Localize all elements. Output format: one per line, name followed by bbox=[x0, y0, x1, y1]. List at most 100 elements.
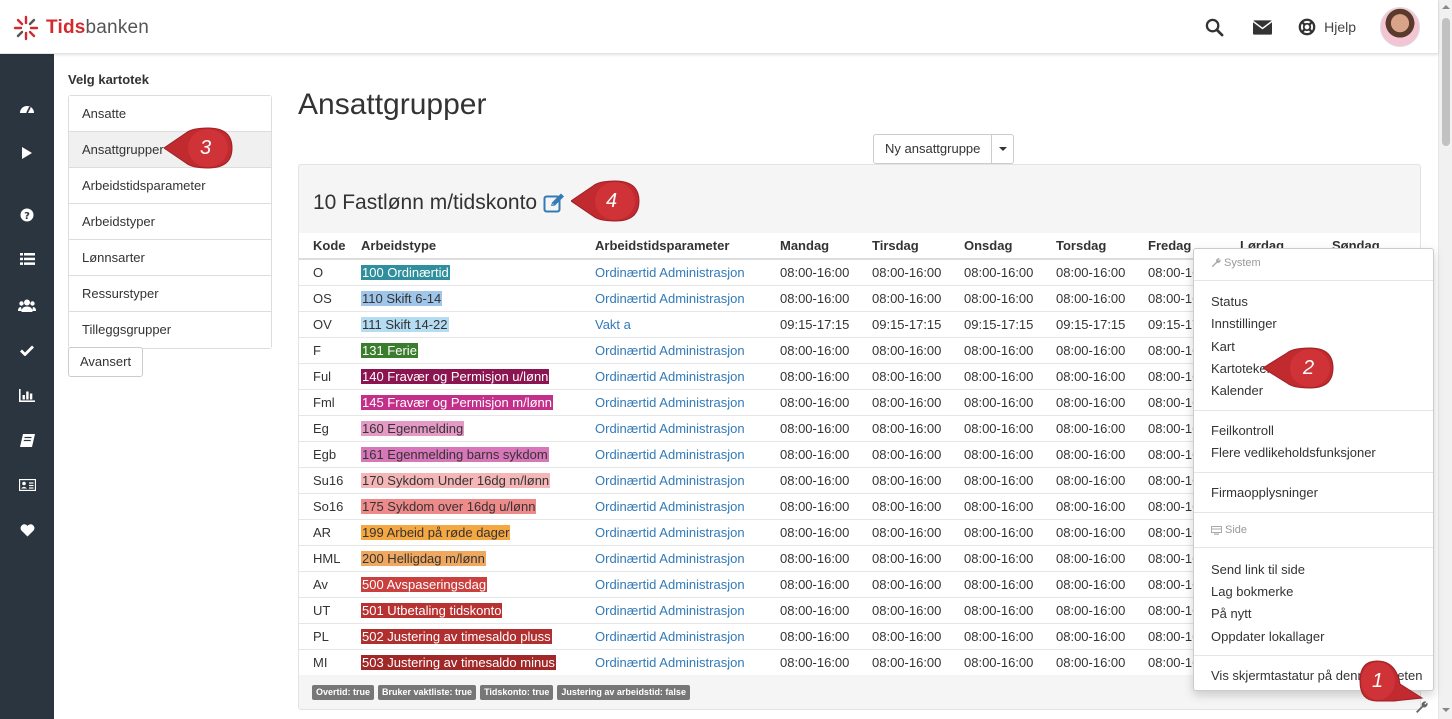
arbeidstype-tag: 501 Utbetaling tidskonto bbox=[361, 602, 503, 618]
cell-arbeidstype: 131 Ferie bbox=[347, 336, 581, 363]
id-card-icon[interactable] bbox=[0, 473, 54, 497]
cell-day: 08:00-16:00 bbox=[766, 388, 858, 415]
callout-marker-4: 4 bbox=[571, 180, 641, 222]
arbeidstidsparameter-link[interactable]: Ordinærtid Administrasjon bbox=[595, 343, 745, 358]
arbeidstidsparameter-link[interactable]: Ordinærtid Administrasjon bbox=[595, 265, 745, 280]
caret-down-icon bbox=[998, 147, 1007, 151]
kartotek-title: Velg kartotek bbox=[68, 72, 149, 87]
cell-day: 08:00-16:00 bbox=[950, 362, 1042, 389]
cell-day: 08:00-16:00 bbox=[950, 388, 1042, 415]
callout-number: 2 bbox=[1303, 357, 1315, 379]
bar-chart-icon[interactable] bbox=[0, 383, 54, 407]
arbeidstidsparameter-link[interactable]: Ordinærtid Administrasjon bbox=[595, 447, 745, 462]
flag-tidskonto: Tidskonto: true bbox=[480, 685, 554, 700]
kartotek-item-arbeidstidsparameter[interactable]: Arbeidstidsparameter bbox=[69, 168, 271, 204]
cell-day: 08:00-16:00 bbox=[766, 492, 858, 519]
arbeidstype-tag: 145 Fravær og Permisjon m/lønn bbox=[361, 394, 554, 410]
check-icon[interactable] bbox=[0, 338, 54, 362]
arbeidstidsparameter-link[interactable]: Ordinærtid Administrasjon bbox=[595, 629, 745, 644]
arbeidstidsparameter-link[interactable]: Vakt a bbox=[595, 317, 631, 332]
play-icon[interactable] bbox=[0, 141, 54, 165]
menu-item-feilkontroll[interactable]: Feilkontroll bbox=[1211, 423, 1274, 438]
cell-arbeidstidsparameter: Ordinærtid Administrasjon bbox=[581, 284, 766, 311]
menu-item-kartoteker[interactable]: Kartoteker bbox=[1211, 361, 1271, 376]
cell-day: 08:00-16:00 bbox=[766, 596, 858, 623]
cell-day: 08:00-16:00 bbox=[766, 466, 858, 493]
kartotek-item-lonnsarter[interactable]: Lønnsarter bbox=[69, 240, 271, 276]
cell-arbeidstidsparameter: Ordinærtid Administrasjon bbox=[581, 596, 766, 623]
arbeidstype-tag: 110 Skift 6-14 bbox=[361, 290, 443, 306]
cell-day: 08:00-16:00 bbox=[1042, 544, 1134, 571]
callout-marker-3: 3 bbox=[164, 127, 234, 169]
scroll-up-arrow[interactable] bbox=[1442, 5, 1450, 9]
search-icon[interactable] bbox=[1202, 15, 1226, 39]
cell-arbeidstidsparameter: Ordinærtid Administrasjon bbox=[581, 648, 766, 675]
menu-item-vedlikehold[interactable]: Flere vedlikeholdsfunksjoner bbox=[1211, 445, 1376, 460]
kartotek-item-tilleggsgrupper[interactable]: Tilleggsgrupper bbox=[69, 312, 271, 348]
menu-item-send-link[interactable]: Send link til side bbox=[1211, 562, 1305, 577]
arbeidstidsparameter-link[interactable]: Ordinærtid Administrasjon bbox=[595, 369, 745, 384]
cell-day: 08:00-16:00 bbox=[1042, 492, 1134, 519]
cell-kode: Fml bbox=[299, 388, 347, 415]
new-group-dropdown-toggle[interactable] bbox=[992, 134, 1015, 164]
cell-kode: Ful bbox=[299, 362, 347, 389]
dashboard-icon[interactable] bbox=[0, 96, 54, 120]
kartotek-item-arbeidstyper[interactable]: Arbeidstyper bbox=[69, 204, 271, 240]
arbeidstidsparameter-link[interactable]: Ordinærtid Administrasjon bbox=[595, 655, 745, 670]
callout-number: 4 bbox=[606, 190, 618, 212]
cell-day: 08:00-16:00 bbox=[766, 258, 858, 285]
book-icon[interactable] bbox=[0, 428, 54, 452]
menu-item-lag-bokmerke[interactable]: Lag bokmerke bbox=[1211, 584, 1293, 599]
life-ring-icon bbox=[1298, 18, 1316, 36]
question-icon[interactable]: ? bbox=[0, 203, 54, 227]
cell-day: 08:00-16:00 bbox=[766, 440, 858, 467]
logo[interactable]: Tidsbanken bbox=[12, 14, 149, 42]
menu-item-kalender[interactable]: Kalender bbox=[1211, 383, 1263, 398]
cell-arbeidstype: 100 Ordinærtid bbox=[347, 258, 581, 285]
cell-day: 08:00-16:00 bbox=[950, 414, 1042, 441]
cell-day: 08:00-16:00 bbox=[950, 570, 1042, 597]
arbeidstidsparameter-link[interactable]: Ordinærtid Administrasjon bbox=[595, 551, 745, 566]
cell-arbeidstidsparameter: Ordinærtid Administrasjon bbox=[581, 440, 766, 467]
top-bar: Tidsbanken Hjelp bbox=[0, 0, 1438, 54]
cell-arbeidstype: 501 Utbetaling tidskonto bbox=[347, 596, 581, 623]
page-scrollbar[interactable] bbox=[1438, 0, 1452, 719]
cell-arbeidstype: 199 Arbeid på røde dager bbox=[347, 518, 581, 545]
help-link[interactable]: Hjelp bbox=[1298, 18, 1356, 36]
menu-item-kart[interactable]: Kart bbox=[1211, 339, 1235, 354]
new-group-button[interactable]: Ny ansattgruppe bbox=[873, 134, 993, 164]
arbeidstidsparameter-link[interactable]: Ordinærtid Administrasjon bbox=[595, 395, 745, 410]
arbeidstidsparameter-link[interactable]: Ordinærtid Administrasjon bbox=[595, 499, 745, 514]
cell-day: 08:00-16:00 bbox=[858, 336, 950, 363]
menu-item-pa-nytt[interactable]: På nytt bbox=[1211, 606, 1251, 621]
scroll-down-arrow[interactable] bbox=[1442, 708, 1450, 712]
arbeidstidsparameter-link[interactable]: Ordinærtid Administrasjon bbox=[595, 291, 745, 306]
new-group-button-group: Ny ansattgruppe bbox=[873, 134, 1015, 164]
menu-item-oppdater-lokallager[interactable]: Oppdater lokallager bbox=[1211, 629, 1324, 644]
users-icon[interactable] bbox=[0, 293, 54, 317]
cell-day: 08:00-16:00 bbox=[858, 596, 950, 623]
arbeidstidsparameter-link[interactable]: Ordinærtid Administrasjon bbox=[595, 577, 745, 592]
menu-divider bbox=[1194, 410, 1433, 411]
menu-item-status[interactable]: Status bbox=[1211, 294, 1248, 309]
arbeidstype-tag: 111 Skift 14-22 bbox=[361, 316, 449, 332]
heart-icon[interactable] bbox=[0, 518, 54, 542]
cell-arbeidstype: 502 Justering av timesaldo pluss bbox=[347, 622, 581, 649]
envelope-icon[interactable] bbox=[1250, 15, 1274, 39]
scroll-thumb[interactable] bbox=[1442, 18, 1450, 146]
edit-icon[interactable] bbox=[543, 192, 565, 214]
kartotek-item-ressurstyper[interactable]: Ressurstyper bbox=[69, 276, 271, 312]
menu-item-firmaopplysninger[interactable]: Firmaopplysninger bbox=[1211, 485, 1318, 500]
avansert-button[interactable]: Avansert bbox=[68, 347, 144, 377]
arbeidstidsparameter-link[interactable]: Ordinærtid Administrasjon bbox=[595, 603, 745, 618]
arbeidstidsparameter-link[interactable]: Ordinærtid Administrasjon bbox=[595, 421, 745, 436]
menu-header-system-label: System bbox=[1224, 257, 1261, 269]
cell-kode: HML bbox=[299, 544, 347, 571]
arbeidstidsparameter-link[interactable]: Ordinærtid Administrasjon bbox=[595, 525, 745, 540]
arbeidstidsparameter-link[interactable]: Ordinærtid Administrasjon bbox=[595, 473, 745, 488]
menu-item-innstillinger[interactable]: Innstillinger bbox=[1211, 316, 1277, 331]
cell-arbeidstidsparameter: Ordinærtid Administrasjon bbox=[581, 362, 766, 389]
avatar[interactable] bbox=[1380, 7, 1420, 47]
cell-arbeidstype: 175 Sykdom over 16dg u/lønn bbox=[347, 492, 581, 519]
list-icon[interactable] bbox=[0, 247, 54, 271]
